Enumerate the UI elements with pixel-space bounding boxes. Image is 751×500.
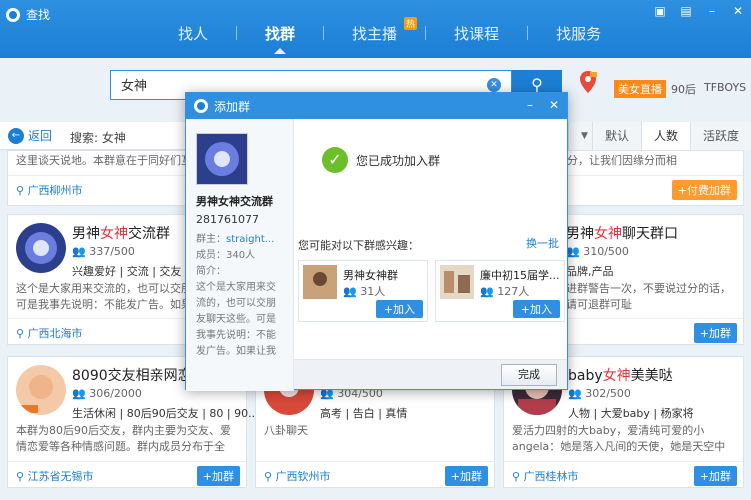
suggested-group-name: 廉中初15届学... [480,269,560,282]
success-message: ✓ 您已成功加入群 [322,147,440,173]
group-avatar [196,133,248,185]
group-location: ⚲ 广西柳州市 [16,184,83,197]
done-button[interactable]: 完成 [501,364,557,386]
owner-link[interactable]: straight... [226,234,274,245]
close-icon[interactable]: ✕ [731,4,745,18]
group-name: 男神女神交流群 [196,195,273,208]
join-suggested-button[interactable]: +加入 [375,300,423,318]
group-tags: 人物 | 大爱baby | 杨家将 [568,407,694,420]
location-pin-icon[interactable] [578,70,598,94]
join-group-button[interactable]: +加群 [196,466,240,486]
group-desc: 本群为80后90后交友，群内主要为交友、爱情恋爱等各种情感问题。群内成员分布于全… [16,424,231,453]
join-suggested-button[interactable]: +加入 [512,300,560,318]
suggested-group-count: 👥 31人 [343,285,386,298]
back-label: 返回 [28,129,53,143]
window-title-text: 查找 [26,8,51,22]
hot-tag-tfboys[interactable]: TFBOYS [704,81,746,94]
group-tags: 生活休闲 | 80后90后交友 | 80 | 90... [72,407,259,420]
group-desc: 爱活力四射的大baby，爱清纯可爱的小angela：她是落入凡间的天使，她是天空… [512,424,726,453]
tab-find-groups[interactable]: 找群 [237,23,323,54]
sort-tabs: 默认 人数 活跃度 [591,122,751,150]
hot-badge: 热 [404,16,418,30]
group-desc: 八卦聊天 [264,424,308,437]
group-avatar [16,365,66,415]
member-count: 👥 337/500 [72,245,135,258]
sort-members[interactable]: 人数 [640,122,690,150]
dialog-footer: 完成 [294,359,567,389]
minimize-icon[interactable]: – [527,98,533,112]
refresh-suggestions-link[interactable]: 换一批 [526,235,559,251]
hot-tag-90s[interactable]: 90后 [671,81,696,97]
main-nav: 找人 找群 找主播 热 找课程 找服务 [150,16,629,54]
group-info-panel: 男神女神交流群 281761077 群主：straight... 成员：340人… [186,119,294,391]
suggest-label: 您可能对以下群感兴趣： [298,239,419,252]
tab-find-courses[interactable]: 找课程 [426,23,527,44]
suggested-group-name: 男神女神群 [343,269,398,282]
suggested-group[interactable]: 男神女神群 👥 31人 +加入 [298,260,428,322]
dialog-controls: – ✕ [527,98,559,112]
top-bar: 查找 ▣ ▤ – ✕ 找人 找群 找主播 热 找课程 找服务 [0,0,751,58]
group-location: ⚲ 广西钦州市 [264,470,331,483]
member-count: 👥 310/500 [566,245,629,258]
tab-find-streamers-label: 找主播 [352,24,398,43]
dialog-title-bar[interactable]: 添加群 [186,93,567,119]
tab-find-streamers[interactable]: 找主播 热 [324,16,425,44]
search-query-label: 搜索: 女神 [70,131,126,145]
group-name[interactable]: baby女神美美哒 [568,365,673,385]
group-location: ⚲ 江苏省无锡市 [16,470,94,483]
back-arrow-icon: ← [8,127,24,144]
hot-tag-live[interactable]: 美女直播 [614,80,666,98]
qq-logo-icon [6,7,20,22]
group-id: 281761077 [196,213,259,226]
card-footer: ⚲ 广西钦州市 +加群 [256,461,494,487]
group-intro: 这个是大家用来交流的，也可以交朋友聊天这些。可是我事先说明：不能发广告。如果让我 [196,282,276,357]
suggested-group-count: 👥 127人 [480,285,530,298]
minimize-icon[interactable]: – [705,4,719,18]
check-icon: ✓ [322,147,348,173]
group-intro-label: 简介： [196,266,226,277]
feedback-icon[interactable]: ▣ [653,4,667,18]
paid-join-button[interactable]: +付费加群 [671,180,737,200]
group-avatar [16,223,66,273]
group-name[interactable]: 8090交友相亲网恋 [72,365,192,385]
clear-icon[interactable]: ✕ [487,78,501,92]
sort-activity[interactable]: 活跃度 [689,122,751,150]
group-tags: 兴趣爱好 | 交流 | 交友 [72,265,182,278]
group-members: 成员：340人 [196,250,256,261]
sort-default[interactable]: 默认 [591,122,641,150]
tab-find-services[interactable]: 找服务 [528,23,629,44]
lock-icon[interactable]: ▤ [679,4,693,18]
card-footer: ⚲ 广西桂林市 +加群 [504,461,743,487]
group-tags: 品牌,产品 [566,265,614,278]
window-title: 查找 [6,6,50,23]
member-count: 👥 306/2000 [72,387,142,400]
group-name[interactable]: 男神女神聊天群口 [566,223,678,243]
suggested-group-avatar [440,265,474,299]
group-desc: 进群警告一次，不要说过分的话，请可退群可耻 [566,282,731,311]
group-tags: 高考 | 告白 | 真情 [320,407,408,420]
add-group-dialog: 添加群 – ✕ 男神女神交流群 281761077 群主：straight...… [185,92,568,391]
join-group-button[interactable]: +加群 [444,466,488,486]
suggested-group-avatar [303,265,337,299]
group-location: ⚲ 广西桂林市 [512,470,579,483]
member-count: 👥 302/500 [568,387,631,400]
group-meta: 群主：straight... 成员：340人 简介： 这个是大家用来交流的，也可… [196,232,283,360]
dialog-title: 添加群 [214,99,251,114]
qq-logo-icon [194,99,208,113]
join-group-button[interactable]: +加群 [693,466,737,486]
window-controls: ▣ ▤ – ✕ [653,4,745,18]
success-text: 您已成功加入群 [356,153,441,168]
group-owner: 群主：straight... [196,234,275,245]
group-location: ⚲ 广西北海市 [16,327,83,340]
suggested-group[interactable]: 廉中初15届学... 👥 127人 +加入 [435,260,565,322]
tab-find-people[interactable]: 找人 [150,23,236,44]
back-button[interactable]: ← 返回 [8,127,52,144]
close-icon[interactable]: ✕ [549,98,559,112]
group-name[interactable]: 男神女神交流群 [72,223,170,243]
card-footer: ⚲ 江苏省无锡市 +加群 [8,461,246,487]
join-group-button[interactable]: +加群 [693,323,737,343]
